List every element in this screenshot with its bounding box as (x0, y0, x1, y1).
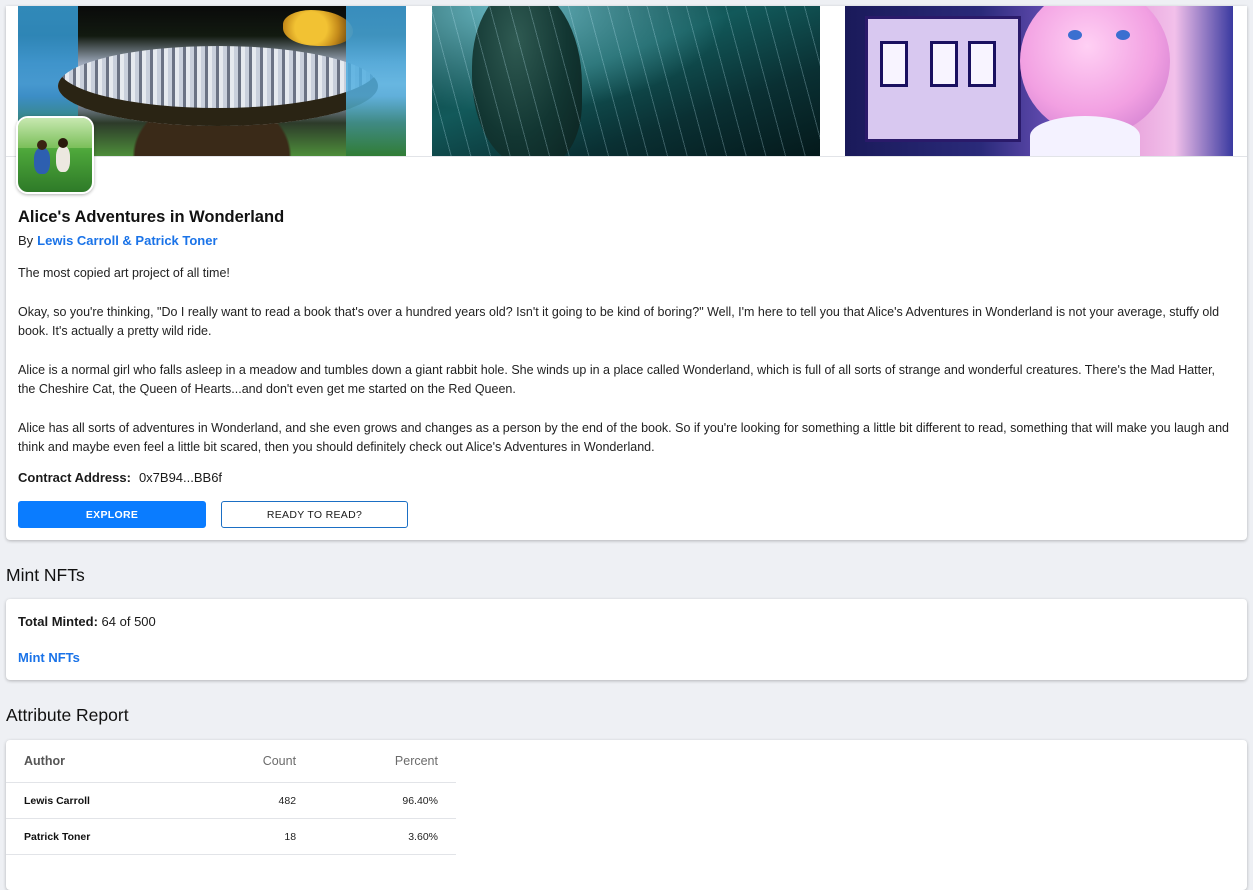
description-paragraph: Alice is a normal girl who falls asleep … (18, 362, 1216, 397)
attribute-report-card: Author Count Percent Lewis Carroll 482 9… (6, 740, 1247, 890)
banner-gallery (6, 6, 1247, 157)
artist-link[interactable]: Lewis Carroll & Patrick Toner (37, 233, 217, 248)
column-count[interactable]: Count (189, 740, 315, 783)
description-paragraph: Alice has all sorts of adventures in Won… (18, 420, 1229, 455)
table-header-row: Author Count Percent (6, 740, 456, 783)
description-paragraph: Okay, so you're thinking, "Do I really w… (18, 304, 1220, 339)
total-minted-value: 64 of 500 (101, 614, 156, 629)
mint-heading: Mint NFTs (6, 565, 85, 585)
column-author[interactable]: Author (6, 740, 190, 783)
contract-label: Contract Address: (18, 470, 131, 485)
description-paragraph: The most copied art project of all time! (18, 266, 230, 280)
column-percent[interactable]: Percent (314, 740, 456, 783)
contract-value: 0x7B94...BB6f (138, 470, 223, 485)
attribute-report-heading: Attribute Report (6, 705, 129, 725)
mint-card: Total Minted: 64 of 500 Mint NFTs (6, 599, 1247, 680)
project-card: Alice's Adventures in Wonderland By Lewis… (6, 6, 1247, 540)
project-description: The most copied art project of all time!… (18, 264, 1234, 477)
banner-image-underwater[interactable] (432, 6, 820, 156)
explore-button[interactable]: EXPLORE (18, 501, 206, 528)
mint-nfts-link[interactable]: Mint NFTs (18, 650, 80, 665)
table-row: Lewis Carroll 482 96.40% (6, 782, 456, 819)
banner-image-portrait[interactable] (845, 6, 1233, 156)
table-row: Patrick Toner 18 3.60% (6, 818, 456, 855)
row-author: Patrick Toner (6, 818, 190, 855)
attribute-table: Author Count Percent Lewis Carroll 482 9… (6, 740, 456, 855)
project-avatar (16, 116, 94, 194)
ready-to-read-button[interactable]: READY TO READ? (221, 501, 408, 528)
row-percent: 96.40% (314, 782, 456, 819)
row-count: 482 (189, 782, 315, 819)
row-percent: 3.60% (314, 818, 456, 855)
total-minted-label: Total Minted: (18, 614, 98, 629)
project-title: Alice's Adventures in Wonderland (18, 208, 285, 226)
contract-address: Contract Address: 0x7B94...BB6f (18, 470, 222, 485)
row-author: Lewis Carroll (6, 782, 190, 819)
project-byline: By Lewis Carroll & Patrick Toner (18, 233, 218, 248)
row-count: 18 (189, 818, 315, 855)
total-minted: Total Minted: 64 of 500 (18, 614, 156, 629)
by-label: By (18, 233, 34, 248)
